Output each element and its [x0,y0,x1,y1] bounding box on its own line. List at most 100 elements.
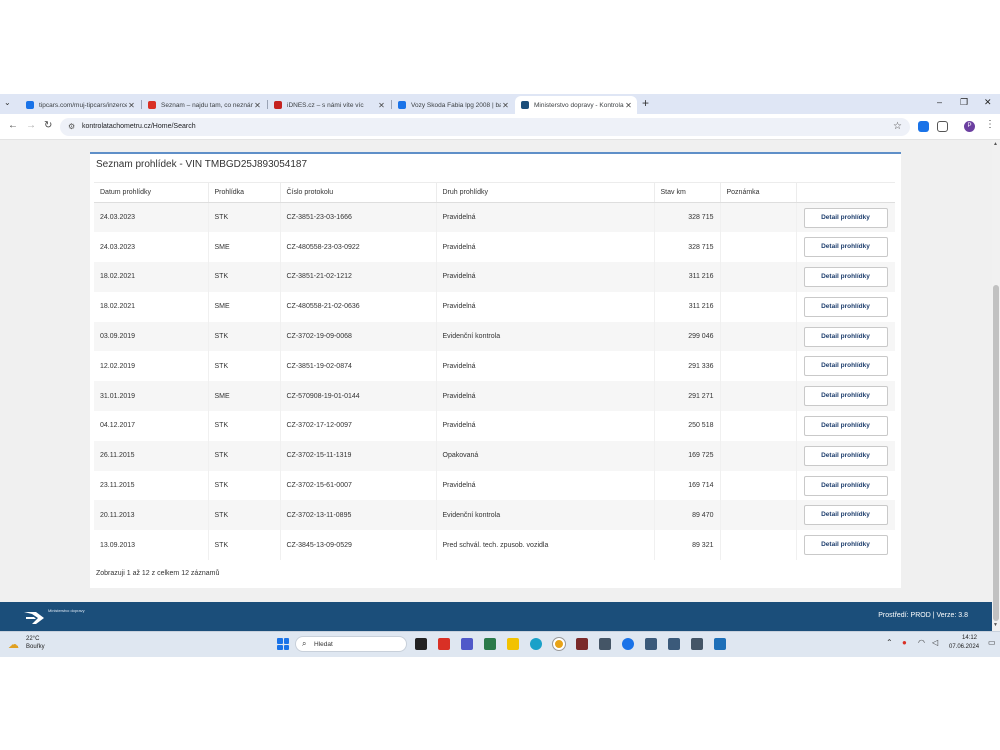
clock-time[interactable]: 14:12 [962,635,977,641]
tab-search-chevron-icon[interactable]: ⌄ [4,98,11,107]
page-content: Seznam prohlídek - VIN TMBGD25J893054187… [0,140,992,631]
cell-protocol-number: CZ-3702-15-11-1319 [280,440,437,471]
detail-inspection-button[interactable]: Detail prohlídky [803,445,888,466]
close-tab-icon[interactable]: ✕ [127,101,136,110]
app-red-icon[interactable] [438,638,450,650]
scroll-up-arrow-icon[interactable]: ▲ [993,141,998,147]
browser-menu-icon[interactable]: ⋮ [985,119,995,130]
cell-inspection-kind: Pravidelná [436,470,655,501]
detail-inspection-button[interactable]: Detail prohlídky [803,386,888,407]
clock-date[interactable]: 07.06.2024 [949,644,979,650]
app-icon[interactable] [645,638,657,650]
url-text[interactable]: kontrolatachometru.cz/Home/Search [82,123,196,130]
tab-idnes[interactable]: iDNES.cz – s námi víte víc ✕ [268,96,390,114]
cell-actions: Detail prohlídky [796,292,895,322]
extension-icon[interactable] [918,121,929,132]
teams-icon[interactable] [461,638,473,650]
detail-inspection-button[interactable]: Detail prohlídky [803,505,888,526]
app-icon[interactable] [714,638,726,650]
cell-protocol-number: CZ-480558-21-02-0636 [280,291,437,322]
cell-km: 291 271 [654,381,721,412]
back-arrow-icon[interactable]: ← [8,120,18,131]
tab-seznam[interactable]: Seznam – najdu tam, co neznám ✕ [142,96,266,114]
address-bar[interactable]: ⚙ kontrolatachometru.cz/Home/Search ☆ [60,118,910,136]
close-tab-icon[interactable]: ✕ [624,101,633,110]
table-row: 18.02.2021 SME CZ-480558-21-02-0636 Pravide… [94,291,895,322]
cell-inspection-kind: Opakovaná [436,440,655,471]
minimize-icon[interactable]: – [937,97,942,107]
detail-inspection-button[interactable]: Detail prohlídky [803,237,888,258]
cell-protocol-number: CZ-3702-17-12-0097 [280,411,437,441]
start-menu-windows-icon[interactable] [277,638,289,650]
detail-inspection-button[interactable]: Detail prohlídky [803,356,888,377]
bookmark-star-icon[interactable]: ☆ [893,121,902,132]
cell-protocol-number: CZ-570908-19-01-0144 [280,381,437,412]
tab-ministerstvo-dopravy[interactable]: Ministerstvo dopravy - Kontrola ✕ [515,96,637,114]
weather-storm-icon[interactable]: ☁ [8,638,19,651]
page-scrollbar[interactable]: ▲ ▼ [992,140,1000,631]
detail-inspection-button[interactable]: Detail prohlídky [803,207,888,228]
detail-inspection-button[interactable]: Detail prohlídky [803,535,888,556]
volume-icon[interactable]: ◁ [932,638,938,647]
detail-inspection-button[interactable]: Detail prohlídky [803,415,888,436]
column-header-protocol[interactable]: Číslo protokolu [280,182,437,203]
app-game-icon[interactable] [576,638,588,650]
close-tab-icon[interactable]: ✕ [377,101,386,110]
cell-date: 26.11.2015 [94,440,209,471]
site-footer: Ministerstvo dopravy Prostředí: PROD | V… [0,602,992,631]
column-header-km[interactable]: Stav km [654,182,721,203]
detail-inspection-button[interactable]: Detail prohlídky [803,475,888,496]
table-row: 12.02.2019 STK CZ-3851-19-02-0874 Pravideln… [94,351,895,382]
cell-inspection-kind: Evidenční kontrola [436,500,655,531]
app-icon[interactable] [691,638,703,650]
close-tab-icon[interactable]: ✕ [253,101,262,110]
tray-overflow-chevron-icon[interactable]: ⌃ [886,638,893,647]
cell-km: 250 518 [654,411,721,441]
column-header-note[interactable]: Poznámka [720,182,797,203]
app-green-icon[interactable] [484,638,496,650]
column-header-date[interactable]: Datum prohlídky [94,182,209,203]
cell-km: 311 216 [654,291,721,322]
wifi-icon[interactable]: ◠ [918,638,925,647]
close-tab-icon[interactable]: ✕ [501,101,510,110]
close-window-icon[interactable]: ✕ [984,97,992,108]
table-row: 24.03.2023 STK CZ-3851-23-03-1666 Pravideln… [94,202,895,233]
notifications-icon[interactable]: ▭ [988,638,996,647]
weather-description[interactable]: Bouřky [26,644,45,650]
weather-temperature[interactable]: 22°C [26,636,39,642]
cell-date: 31.01.2019 [94,381,209,412]
seznam-favicon-icon [148,101,156,109]
edge-icon[interactable] [530,638,542,650]
scrollbar-thumb[interactable] [993,285,999,621]
profile-avatar[interactable]: P [964,121,975,132]
cell-inspection-kind: Pravidelná [436,262,655,292]
app-icon[interactable] [599,638,611,650]
restore-icon[interactable]: ❐ [960,97,968,108]
table-row: 23.11.2015 STK CZ-3702-15-61-0007 Pravideln… [94,470,895,501]
tab-tipcars-fabia[interactable]: Vozy Škoda Fabia lpg 2008 | baz ✕ [392,96,514,114]
forward-arrow-icon[interactable]: → [26,120,36,131]
detail-inspection-button[interactable]: Detail prohlídky [803,326,888,347]
tab-title: Vozy Škoda Fabia lpg 2008 | baz [411,101,501,109]
file-explorer-icon[interactable] [507,638,519,650]
cell-date: 03.09.2019 [94,321,209,352]
taskbar-search-input[interactable]: ⌕ Hledat [295,636,407,652]
new-tab-button[interactable]: + [642,96,649,110]
chrome-icon[interactable] [552,637,566,651]
cell-inspection-kind: Pravidelná [436,411,655,441]
column-header-inspection[interactable]: Prohlídka [208,182,281,203]
reload-icon[interactable]: ↻ [44,120,52,131]
detail-inspection-button[interactable]: Detail prohlídky [803,266,888,287]
detail-inspection-button[interactable]: Detail prohlídky [803,296,888,317]
app-blue-icon[interactable] [622,638,634,650]
scroll-down-arrow-icon[interactable]: ▼ [993,622,998,628]
task-view-icon[interactable] [415,638,427,650]
tab-tipcars[interactable]: tipcars.com/muj-tipcars/inzerce ✕ [20,96,140,114]
cell-km: 89 470 [654,500,721,531]
column-header-kind[interactable]: Druh prohlídky [436,182,655,203]
site-info-icon[interactable]: ⚙ [68,122,75,131]
table-row: 04.12.2017 STK CZ-3702-17-12-0097 Pravideln… [94,411,895,441]
extensions-puzzle-icon[interactable] [937,121,948,132]
app-icon[interactable] [668,638,680,650]
tray-app-icon[interactable]: ● [902,638,907,647]
